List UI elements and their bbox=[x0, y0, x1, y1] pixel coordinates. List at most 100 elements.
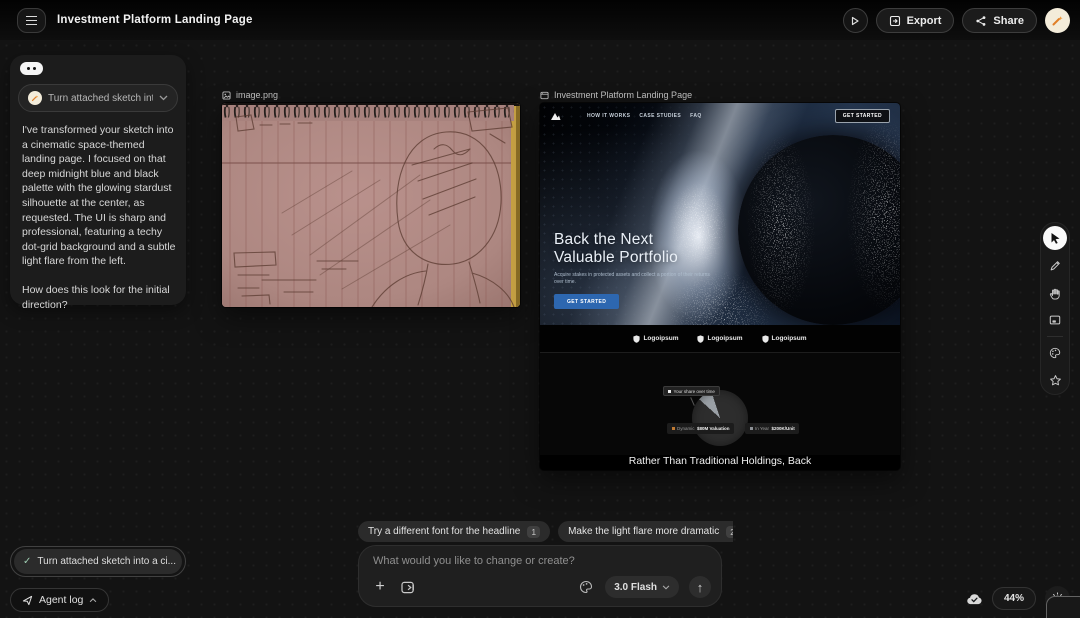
shield-icon bbox=[633, 334, 641, 343]
image-icon bbox=[222, 90, 231, 100]
suggestion-chip-1[interactable]: Try a different font for the headline 1 bbox=[358, 521, 551, 542]
artboard1-label[interactable]: image.png bbox=[222, 89, 278, 101]
top-bar: Investment Platform Landing Page Export … bbox=[0, 0, 1080, 40]
export-label: Export bbox=[906, 14, 942, 27]
hero-section: HOW IT WORKS CASE STUDIES FAQ GET STARTE… bbox=[540, 103, 900, 325]
landing-page-preview: HOW IT WORKS CASE STUDIES FAQ GET STARTE… bbox=[540, 103, 900, 470]
legend-bullet bbox=[668, 389, 671, 393]
hero-subtext: Acquire stakes in protected assets and c… bbox=[554, 272, 710, 285]
suggestion-chips: Try a different font for the headline 1 … bbox=[358, 521, 733, 543]
export-icon bbox=[889, 15, 900, 26]
cursor-icon bbox=[1051, 233, 1059, 244]
page-title: Investment Platform Landing Page bbox=[57, 14, 253, 26]
arrow-up-icon: ↑ bbox=[696, 579, 704, 595]
share-icon bbox=[976, 15, 986, 26]
export-button[interactable]: Export bbox=[875, 8, 955, 33]
zoom-level[interactable]: 44% bbox=[991, 587, 1036, 610]
legend-bullet bbox=[671, 427, 675, 430]
hero-headline: Back the Next Valuable Portfolio bbox=[554, 231, 678, 266]
model-selector[interactable]: 3.0 Flash bbox=[605, 576, 679, 598]
landing-page-artboard[interactable]: HOW IT WORKS CASE STUDIES FAQ GET STARTE… bbox=[540, 103, 900, 470]
artboard2-label[interactable]: Investment Platform Landing Page bbox=[540, 89, 692, 101]
preview-nav-cta: GET STARTED bbox=[834, 109, 890, 123]
prompt-history-selector[interactable]: Turn attached sketch int... bbox=[18, 84, 178, 112]
chip-label: Make the light flare more dramatic bbox=[568, 526, 720, 537]
insert-frame-button[interactable] bbox=[399, 578, 417, 596]
nav-link: FAQ bbox=[690, 113, 702, 119]
chevron-down-icon bbox=[662, 584, 670, 590]
logo-item: Logoipsum bbox=[697, 334, 743, 343]
task-label: Turn attached sketch into a ci... bbox=[37, 556, 176, 567]
chip-shortcut: 1 bbox=[527, 525, 541, 538]
menu-button[interactable] bbox=[17, 8, 46, 33]
sketch-artboard[interactable] bbox=[222, 103, 520, 307]
frame-tool-button[interactable] bbox=[1043, 309, 1067, 331]
pie-tooltip: Your share over time bbox=[663, 386, 720, 396]
agent-icon bbox=[22, 595, 33, 605]
draw-tool-button[interactable] bbox=[1043, 255, 1067, 277]
prompt-input[interactable] bbox=[373, 555, 703, 577]
nav-link: HOW IT WORKS bbox=[587, 113, 631, 119]
prompt-composer: + 3.0 Flash ↑ bbox=[358, 545, 722, 607]
pie-connector-line bbox=[690, 397, 695, 406]
chip-shortcut: 2 bbox=[726, 525, 733, 538]
cloud-saved-icon[interactable] bbox=[966, 592, 983, 605]
user-avatar[interactable] bbox=[1045, 8, 1070, 33]
model-name: 3.0 Flash bbox=[614, 581, 657, 593]
plus-icon: + bbox=[375, 578, 385, 595]
chevron-down-icon bbox=[159, 95, 168, 101]
nav-link: CASE STUDIES bbox=[639, 113, 682, 119]
theme-tool-button[interactable] bbox=[1043, 342, 1067, 364]
chart-section: Your share over time Dynamic $80M Valuat… bbox=[540, 352, 900, 455]
assistant-message: I've transformed your sketch into a cine… bbox=[22, 123, 178, 312]
send-button[interactable]: ↑ bbox=[689, 576, 711, 598]
artboard1-title: image.png bbox=[236, 90, 279, 100]
play-icon bbox=[851, 16, 859, 25]
pie-chart bbox=[692, 390, 748, 446]
more-options-badge[interactable] bbox=[20, 62, 43, 75]
logo-item: Logoipsum bbox=[633, 334, 678, 343]
chevron-up-icon bbox=[90, 597, 97, 602]
pan-tool-button[interactable] bbox=[1043, 282, 1067, 304]
hand-icon bbox=[1049, 288, 1060, 300]
style-palette-icon bbox=[580, 580, 593, 594]
logo-strip: Logoipsum Logoipsum Logoipsum bbox=[540, 325, 900, 352]
corner-panel[interactable] bbox=[1046, 596, 1080, 618]
share-button[interactable]: Share bbox=[962, 8, 1037, 33]
star-icon bbox=[1049, 374, 1061, 385]
image-frame-icon bbox=[1049, 315, 1061, 325]
tools-toolbar bbox=[1040, 222, 1070, 395]
play-button[interactable] bbox=[842, 8, 868, 33]
legend-bullet bbox=[749, 427, 753, 430]
preview-section-title: Rather Than Traditional Holdings, Back bbox=[628, 455, 812, 467]
canvas[interactable]: Investment Platform Landing Page Export … bbox=[0, 0, 1080, 618]
browser-icon bbox=[540, 91, 549, 99]
pie-label-right: In Year $200K/Unit bbox=[745, 423, 800, 434]
hero-copy: Back the Next Valuable Portfolio Acquire… bbox=[554, 231, 712, 309]
pencil-icon bbox=[1050, 261, 1060, 271]
check-icon: ✓ bbox=[23, 556, 32, 567]
hero-cta-button: GET STARTED bbox=[554, 294, 620, 309]
artboard2-title: Investment Platform Landing Page bbox=[554, 90, 693, 100]
logo-item: Logoipsum bbox=[761, 334, 807, 343]
style-button[interactable] bbox=[577, 578, 595, 596]
palette-icon bbox=[1049, 347, 1061, 359]
agent-log-label: Agent log bbox=[39, 594, 84, 606]
favorite-tool-button[interactable] bbox=[1043, 369, 1067, 391]
chip-label: Try a different font for the headline bbox=[368, 526, 521, 537]
assistant-question: How does this look for the initial direc… bbox=[22, 283, 170, 311]
attach-button[interactable]: + bbox=[371, 578, 389, 596]
agent-avatar bbox=[28, 91, 42, 105]
share-label: Share bbox=[993, 14, 1024, 27]
prompt-selector-label: Turn attached sketch int... bbox=[48, 92, 153, 104]
toolbar-divider bbox=[1047, 336, 1063, 337]
pie-label-left: Dynamic $80M Valuation bbox=[667, 423, 735, 434]
suggestion-chip-2[interactable]: Make the light flare more dramatic 2 bbox=[558, 521, 733, 542]
preview-navbar: HOW IT WORKS CASE STUDIES FAQ GET STARTE… bbox=[540, 103, 900, 129]
completed-task-chip[interactable]: ✓ Turn attached sketch into a ci... bbox=[14, 549, 182, 574]
insert-frame-icon bbox=[400, 581, 414, 593]
select-tool-button[interactable] bbox=[1043, 226, 1067, 250]
chat-panel: Turn attached sketch int... I've transfo… bbox=[10, 55, 186, 311]
sketch-image bbox=[222, 103, 520, 307]
agent-log-button[interactable]: Agent log bbox=[10, 588, 110, 612]
